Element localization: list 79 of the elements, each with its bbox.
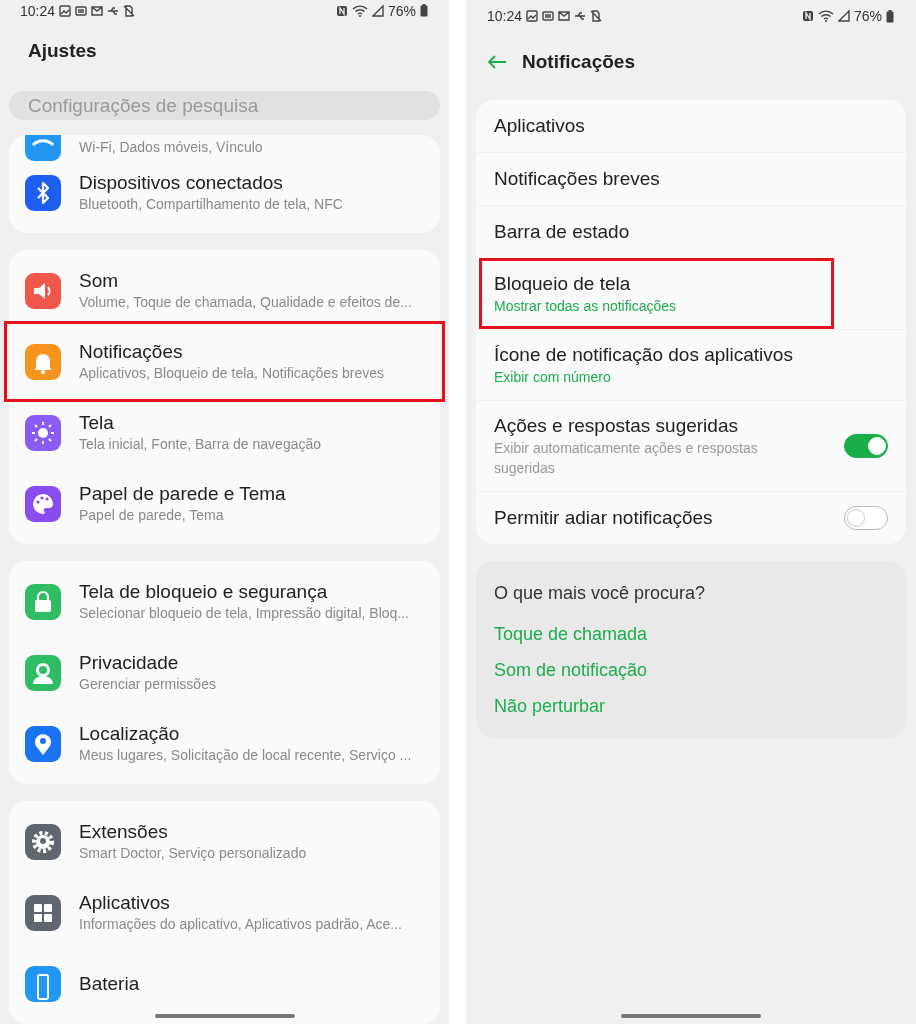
settings-item[interactable]: Bateria	[9, 948, 440, 1019]
item-subtitle: Smart Doctor, Serviço personalizado	[79, 844, 307, 863]
battery-icon	[420, 4, 428, 18]
message-icon	[75, 4, 88, 17]
settings-item[interactable]: Aplicativos	[476, 100, 906, 152]
item-title: Tela de bloqueio e segurança	[79, 580, 329, 604]
settings-item[interactable]: Barra de estado	[476, 205, 906, 258]
settings-item[interactable]: Tela de bloqueio e segurança Selecionar bloqueio de tela, Impressão digital, Bloq...	[9, 566, 440, 637]
sim-off-icon	[590, 10, 603, 22]
mail-icon	[91, 4, 104, 17]
screen-title: Ajustes	[27, 39, 98, 64]
item-subtitle: Informações do aplicativo, Aplicativos padrão, Ace...	[79, 915, 402, 934]
settings-item[interactable]: Dispositivos conectados Bluetooth, Compartilhamento de tela, NFC	[9, 157, 440, 228]
search-field[interactable]: Configurações de pesquisa	[9, 91, 440, 120]
battery-level: 76%	[853, 8, 882, 24]
item-title: Permitir adiar notificações	[494, 506, 714, 530]
settings-item[interactable]: Notificações breves	[476, 152, 906, 205]
item-subtitle: Papel de parede, Tema	[79, 506, 225, 525]
settings-item[interactable]: Notificações Aplicativos, Bloqueio de tela, Notificações breves	[9, 326, 440, 397]
battery-level: 76%	[387, 2, 416, 19]
item-title: Ações e respostas sugeridas	[494, 414, 739, 438]
item-title: Aplicativos	[79, 891, 171, 915]
toggle-switch[interactable]	[844, 434, 888, 458]
item-title: Aplicativos	[494, 114, 586, 138]
item-title: Bloqueio de tela	[494, 272, 632, 296]
settings-item[interactable]: Privacidade Gerenciar permissões	[9, 637, 440, 708]
suggestions-title: O que mais você procura?	[494, 583, 707, 604]
screen-title: Notificações	[521, 50, 635, 74]
item-subtitle: Exibir automaticamente ações e respostas sugeridas	[494, 439, 759, 478]
settings-item[interactable]: Bloqueio de tela Mostrar todas as notificações	[479, 258, 834, 329]
item-value: Mostrar todas as notificações	[494, 297, 678, 316]
item-title: Localização	[79, 722, 181, 746]
item-title: Papel de parede e Tema	[79, 482, 286, 506]
wifi-icon	[817, 10, 834, 22]
toggle-switch[interactable]	[844, 506, 888, 530]
item-title: Som	[79, 269, 120, 293]
sim-off-icon	[123, 4, 136, 17]
settings-item[interactable]: Papel de parede e Tema Papel de parede, Tema	[9, 468, 440, 539]
settings-item[interactable]: Ações e respostas sugeridas Exibir automaticamente ações e respostas sugeridas	[476, 400, 906, 491]
settings-item[interactable]: Localização Meus lugares, Solicitação de local recente, Serviço ...	[9, 708, 440, 779]
mail-icon	[558, 10, 571, 22]
item-title: Barra de estado	[494, 220, 631, 244]
item-title: Tela	[79, 411, 115, 435]
message-icon	[542, 10, 555, 22]
item-subtitle: Meus lugares, Solicitação de local recente, Serviço ...	[79, 746, 412, 765]
image-icon	[59, 4, 72, 17]
item-title: Bateria	[79, 971, 140, 996]
settings-item[interactable]: Aplicativos Informações do aplicativo, Aplicativos padrão, Ace...	[9, 877, 440, 948]
clock-time: 10:24	[487, 8, 523, 24]
item-value: Exibir com número	[494, 368, 612, 387]
settings-item[interactable]: Extensões Smart Doctor, Serviço personalizado	[9, 806, 440, 877]
settings-item[interactable]: Som Volume, Toque de chamada, Qualidade e efeitos de...	[9, 255, 440, 326]
settings-item[interactable]: Permitir adiar notificações	[476, 491, 906, 544]
nfc-icon	[801, 10, 814, 22]
settings-item[interactable]: Tela Tela inicial, Fonte, Barra de navegação	[9, 397, 440, 468]
item-subtitle: Selecionar bloqueio de tela, Impressão digital, Bloq...	[79, 604, 409, 623]
image-icon	[526, 10, 539, 22]
item-title: Dispositivos conectados	[79, 171, 284, 195]
item-subtitle: Aplicativos, Bloqueio de tela, Notificações breves	[79, 364, 385, 383]
item-subtitle: Volume, Toque de chamada, Qualidade e efeitos de...	[79, 293, 412, 312]
item-title: Privacidade	[79, 651, 180, 675]
item-subtitle: Tela inicial, Fonte, Barra de navegação	[79, 435, 322, 454]
battery-icon	[886, 9, 894, 23]
settings-item[interactable]: Ícone de notificação dos aplicativos Exibir com número	[476, 329, 906, 400]
item-subtitle: Wi-Fi, Dados móveis, Vínculo	[79, 138, 263, 157]
item-title: Notificações	[79, 340, 184, 364]
signal-icon	[371, 4, 384, 17]
nfc-icon	[335, 4, 348, 17]
item-title: Notificações breves	[494, 167, 661, 191]
item-subtitle: Bluetooth, Compartilhamento de tela, NFC	[79, 195, 343, 214]
item-title: Extensões	[79, 820, 169, 844]
wifi-icon	[351, 4, 368, 17]
usb-icon	[107, 4, 120, 17]
clock-time: 10:24	[20, 2, 56, 19]
usb-icon	[574, 10, 587, 22]
item-subtitle: Gerenciar permissões	[79, 675, 216, 694]
item-title: Ícone de notificação dos aplicativos	[494, 343, 794, 367]
signal-icon	[837, 10, 850, 22]
back-arrow-icon	[487, 54, 507, 70]
